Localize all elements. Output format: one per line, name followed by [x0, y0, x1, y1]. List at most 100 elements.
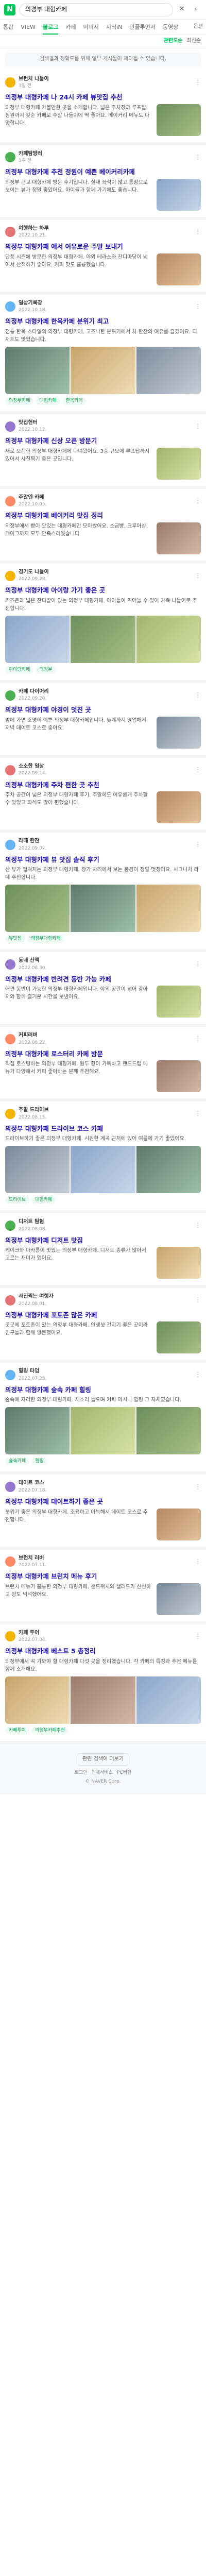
post-thumbnail[interactable] [157, 447, 201, 480]
blog-result-card[interactable]: 일상기록장 2022.10.18. ⋮ 의정부 대형카페 한옥카페 분위기 최고 전통 … [0, 295, 206, 414]
tag-chip[interactable]: 뷰맛집 [5, 935, 25, 943]
post-thumbnail[interactable] [157, 522, 201, 554]
blog-result-card[interactable]: 동네 산책 2022.08.30. ⋮ 의정부 대형카페 반려견 동반 가능 카페 애견… [0, 952, 206, 1027]
post-photo[interactable] [5, 1407, 70, 1455]
blog-source[interactable]: 소소한 일상 [19, 763, 193, 771]
post-photo[interactable] [71, 346, 135, 394]
tag-chip[interactable]: 카페투어 [5, 1726, 30, 1735]
tag-chip[interactable]: 힐링 [31, 1458, 47, 1466]
tab-options[interactable]: 옵션 [194, 23, 203, 31]
post-title[interactable]: 의정부 대형카페 추천 정원이 예쁜 베이커리카페 [5, 167, 201, 177]
post-title[interactable]: 의정부 대형카페 로스터리 카페 방문 [5, 1049, 201, 1059]
post-photo[interactable] [136, 885, 201, 933]
tag-chip[interactable]: 대형카페 [31, 1196, 56, 1205]
post-photo[interactable] [5, 615, 70, 663]
avatar[interactable] [5, 1221, 15, 1231]
blog-source[interactable]: 동네 산책 [19, 957, 193, 965]
post-thumbnail[interactable] [157, 1247, 201, 1279]
more-icon[interactable]: ⋮ [193, 960, 201, 969]
post-photo[interactable] [5, 885, 70, 933]
avatar[interactable] [5, 77, 15, 88]
blog-source[interactable]: 카페 다이어리 [19, 688, 193, 696]
post-thumbnail[interactable] [157, 178, 201, 211]
blog-result-card[interactable]: 사진찍는 여행자 2022.08.01. ⋮ 의정부 대형카페 포토존 많은 카페 곳곳… [0, 1288, 206, 1363]
blog-result-card[interactable]: 주말엔 카페 2022.10.05. ⋮ 의정부 대형카페 베이커리 맛집 정리 의정부… [0, 489, 206, 564]
post-title[interactable]: 의정부 대형카페 데이트하기 좋은 곳 [5, 1497, 201, 1506]
post-photo[interactable] [5, 1676, 70, 1724]
more-icon[interactable]: ⋮ [193, 1370, 201, 1379]
blog-source[interactable]: 주말 드라이브 [19, 1107, 193, 1114]
post-title[interactable]: 의정부 대형카페 주차 편한 곳 추천 [5, 781, 201, 790]
tag-chip[interactable]: 의정부카페추천 [31, 1726, 69, 1735]
footer-link[interactable]: 로그인 [75, 1770, 88, 1775]
related-searches-button[interactable]: 관련 검색어 더보기 [78, 1753, 128, 1766]
tab-2[interactable]: 블로그 [42, 23, 59, 35]
blog-result-card[interactable]: 브런치 러버 2022.07.11. ⋮ 의정부 대형카페 브런치 메뉴 후기 브런치 … [0, 1550, 206, 1624]
blog-source[interactable]: 데이트 코스 [19, 1480, 193, 1487]
post-title[interactable]: 의정부 대형카페 반려견 동반 가능 카페 [5, 975, 201, 984]
post-thumbnail[interactable] [157, 791, 201, 824]
blog-source[interactable]: 주말엔 카페 [19, 494, 193, 502]
post-title[interactable]: 의정부 대형카페 나 24시 카페 뷰맛집 추천 [5, 93, 201, 102]
tab-5[interactable]: 지식iN [106, 23, 123, 31]
more-icon[interactable]: ⋮ [193, 1221, 201, 1230]
post-thumbnail[interactable] [157, 1060, 201, 1093]
tag-chip[interactable]: 드라이브 [5, 1196, 30, 1205]
blog-result-card[interactable]: 힐링 타임 2022.07.25. ⋮ 의정부 대형카페 숲속 카페 힐링 숲속에 자리… [0, 1363, 206, 1475]
blog-result-card[interactable]: 카페 투어 2022.07.04. ⋮ 의정부 대형카페 베스트 5 총정리 의정부에서… [0, 1624, 206, 1744]
post-photo[interactable] [5, 346, 70, 394]
blog-result-card[interactable]: 디저트 탐험 2022.08.08. ⋮ 의정부 대형카페 디저트 맛집 케이크와 마카… [0, 1213, 206, 1289]
footer-link[interactable]: PC버전 [117, 1770, 131, 1775]
blog-result-card[interactable]: 소소한 일상 2022.09.14. ⋮ 의정부 대형카페 주차 편한 곳 추천 주차 … [0, 758, 206, 833]
post-photo[interactable] [136, 615, 201, 663]
post-title[interactable]: 의정부 대형카페 숲속 카페 힐링 [5, 1385, 201, 1395]
avatar[interactable] [5, 496, 15, 506]
post-title[interactable]: 의정부 대형카페 뷰 맛집 솔직 후기 [5, 855, 201, 865]
post-photo[interactable] [136, 1407, 201, 1455]
post-title[interactable]: 의정부 대형카페 베스트 5 총정리 [5, 1647, 201, 1656]
post-title[interactable]: 의정부 대형카페 신상 오픈 방문기 [5, 436, 201, 446]
more-icon[interactable]: ⋮ [193, 497, 201, 505]
post-photo[interactable] [71, 885, 135, 933]
post-title[interactable]: 의정부 대형카페 한옥카페 분위기 최고 [5, 317, 201, 326]
tag-chip[interactable]: 의정부카페 [5, 397, 34, 405]
clear-icon[interactable]: ✕ [176, 4, 187, 15]
tab-6[interactable]: 인플루언서 [129, 23, 156, 31]
tab-0[interactable]: 통합 [3, 23, 13, 31]
avatar[interactable] [5, 421, 15, 432]
search-input[interactable]: 의경부 대형카페 [20, 3, 173, 16]
avatar[interactable] [5, 570, 15, 581]
blog-source[interactable]: 브런치 나들이 [19, 76, 193, 83]
avatar[interactable] [5, 1556, 15, 1567]
blog-source[interactable]: 디저트 탐험 [19, 1218, 193, 1226]
tag-chip[interactable]: 숲속카페 [5, 1458, 30, 1466]
post-title[interactable]: 의정부 대형카페 드라이브 코스 카페 [5, 1124, 201, 1133]
tab-4[interactable]: 이미지 [83, 23, 98, 31]
sort-latest[interactable]: 최신순 [186, 38, 201, 45]
post-title[interactable]: 의정부 대형카페 아이랑 가기 좋은 곳 [5, 586, 201, 595]
blog-result-card[interactable]: 맛집헌터 2022.10.12. ⋮ 의정부 대형카페 신상 오픈 방문기 새로 오픈한… [0, 414, 206, 489]
avatar[interactable] [5, 1631, 15, 1642]
post-thumbnail[interactable] [157, 1321, 201, 1354]
avatar[interactable] [5, 690, 15, 701]
more-icon[interactable]: ⋮ [193, 691, 201, 700]
post-photo[interactable] [71, 615, 135, 663]
blog-source[interactable]: 카페탐방러 [19, 150, 193, 158]
tab-1[interactable]: VIEW [21, 23, 36, 31]
blog-result-card[interactable]: 커피러버 2022.08.22. ⋮ 의정부 대형카페 로스터리 카페 방문 직접 로스… [0, 1027, 206, 1102]
post-title[interactable]: 의정부 대형카페 야경이 멋진 곳 [5, 705, 201, 715]
more-icon[interactable]: ⋮ [193, 766, 201, 774]
avatar[interactable] [5, 227, 15, 238]
avatar[interactable] [5, 1033, 15, 1044]
avatar[interactable] [5, 839, 15, 850]
blog-result-card[interactable]: 여행하는 하루 2022.10.21. ⋮ 의정부 대형카페 에서 여유로운 주말 보… [0, 220, 206, 295]
tag-chip[interactable]: 아이랑카페 [5, 666, 34, 674]
naver-logo[interactable]: N [4, 4, 15, 15]
more-icon[interactable]: ⋮ [193, 302, 201, 311]
blog-result-card[interactable]: 경기도 나들이 2022.09.28. ⋮ 의정부 대형카페 아이랑 가기 좋은 곳키… [0, 564, 206, 683]
blog-source[interactable]: 사진찍는 여행자 [19, 1293, 193, 1301]
post-title[interactable]: 의정부 대형카페 디저트 맛집 [5, 1236, 201, 1245]
footer-link[interactable]: 전체서비스 [92, 1770, 113, 1775]
avatar[interactable] [5, 1482, 15, 1493]
avatar[interactable] [5, 152, 15, 163]
